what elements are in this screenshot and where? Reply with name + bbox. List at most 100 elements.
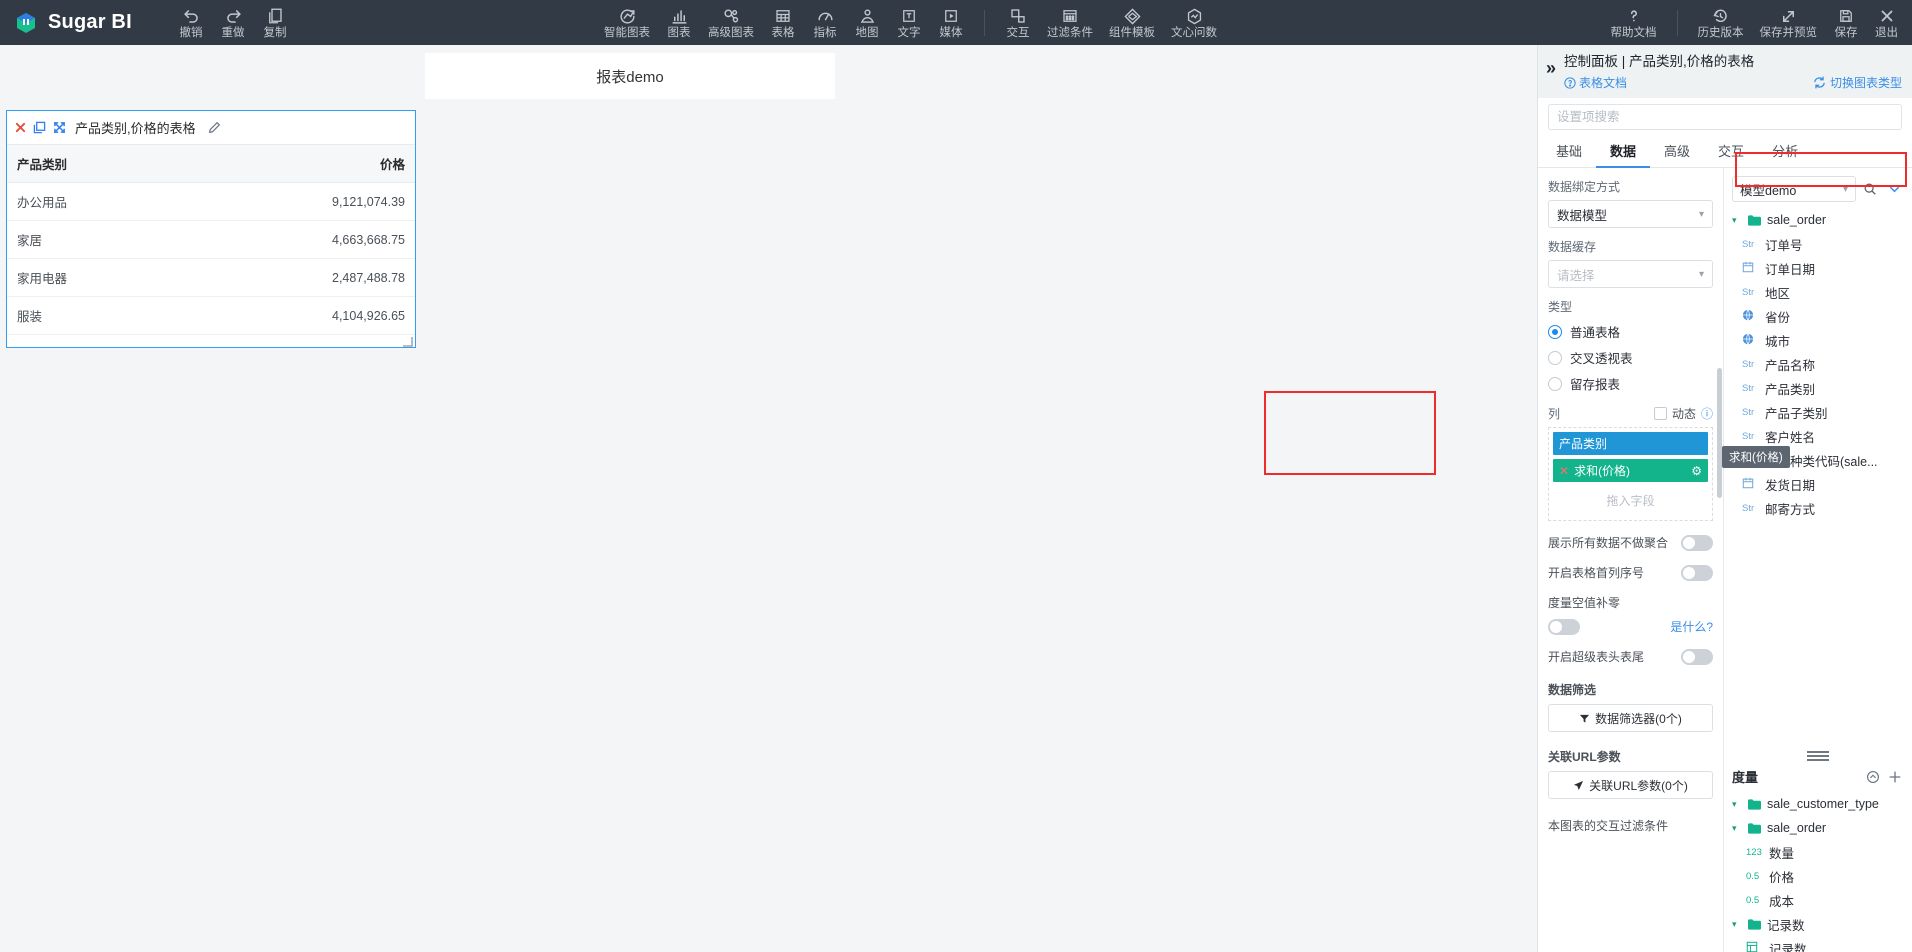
tree-field-product-category[interactable]: Str 产品类别: [1724, 376, 1912, 400]
search-icon[interactable]: [1860, 178, 1880, 200]
save-button[interactable]: 保存: [1825, 0, 1867, 45]
tree-field-city[interactable]: 城市: [1724, 328, 1912, 352]
tab-data[interactable]: 数据: [1596, 134, 1651, 168]
fullscreen-widget-icon[interactable]: [53, 121, 66, 134]
resize-handle-icon[interactable]: [402, 334, 413, 347]
insert-tool-group: 智能图表 图表 高级图表 表格 指标 地图 文字 媒体: [596, 0, 972, 45]
delete-widget-icon[interactable]: [15, 122, 26, 133]
media-button[interactable]: 媒体: [930, 0, 972, 45]
tab-advanced[interactable]: 高级: [1650, 134, 1704, 168]
map-button[interactable]: 地图: [846, 0, 888, 45]
help-circle-icon[interactable]: ⓘ: [1701, 405, 1713, 422]
smart-chart-button[interactable]: 智能图表: [596, 0, 658, 45]
tree-measure-cost[interactable]: 0.5 成本: [1724, 888, 1912, 912]
tab-basic[interactable]: 基础: [1542, 134, 1596, 168]
report-canvas[interactable]: 报表demo 产品类别,价格的表格 产品类别 价格 办公用品 9,121,074…: [0, 45, 1537, 952]
model-select[interactable]: 模型demo ▾: [1732, 176, 1856, 202]
ai-ask-button[interactable]: 文心问数: [1163, 0, 1225, 45]
dimension-tree[interactable]: ▾ sale_order Str 订单号 订单日期 Str 地区 省份 城市 S…: [1724, 208, 1912, 749]
interaction-button[interactable]: 交互: [997, 0, 1039, 45]
tree-field-order-date[interactable]: 订单日期: [1724, 256, 1912, 280]
chip-label: 产品类别: [1559, 437, 1608, 451]
exit-button[interactable]: 退出: [1867, 0, 1912, 45]
tree-field-product-name[interactable]: Str 产品名称: [1724, 352, 1912, 376]
filter-condition-button[interactable]: 过滤条件: [1039, 0, 1101, 45]
settings-search[interactable]: [1548, 104, 1902, 130]
table-col-header-price[interactable]: 价格: [211, 144, 415, 183]
help-doc-button[interactable]: 帮助文档: [1603, 0, 1665, 45]
tab-interaction[interactable]: 交互: [1704, 134, 1758, 168]
null-fill-help-link[interactable]: 是什么?: [1670, 618, 1713, 635]
tree-field-ship-mode[interactable]: Str 邮寄方式: [1724, 496, 1912, 520]
undo-button[interactable]: 撤销: [170, 0, 212, 45]
toggle-show-all-data[interactable]: 展示所有数据不做聚合: [1548, 534, 1713, 551]
settings-search-input[interactable]: [1557, 110, 1893, 124]
copy-button[interactable]: 复制: [254, 0, 296, 45]
pencil-icon[interactable]: [208, 121, 221, 134]
save-preview-button[interactable]: 保存并预览: [1752, 0, 1826, 45]
refresh-measure-icon[interactable]: [1866, 770, 1880, 784]
radio-pivot-table[interactable]: 交叉透视表: [1548, 348, 1713, 367]
null-fill-toggle[interactable]: [1548, 618, 1580, 635]
radio-normal-table[interactable]: 普通表格: [1548, 322, 1713, 341]
toggle-super-header[interactable]: 开启超级表头表尾: [1548, 648, 1713, 665]
settings-scrollbar[interactable]: [1717, 368, 1722, 498]
url-param-button[interactable]: 关联URL参数(0个): [1548, 771, 1713, 799]
remove-chip-icon[interactable]: ✕: [1559, 464, 1569, 478]
tree-folder-sale-order-measures[interactable]: ▾ sale_order: [1724, 816, 1912, 840]
tab-analysis[interactable]: 分析: [1758, 134, 1812, 168]
toggle-row-index[interactable]: 开启表格首列序号: [1548, 564, 1713, 581]
tree-folder-record-count[interactable]: ▾ 记录数: [1724, 912, 1912, 936]
chevron-double-right-icon[interactable]: »: [1546, 53, 1556, 78]
table-col-header-category[interactable]: 产品类别: [7, 144, 211, 183]
chevron-down-icon[interactable]: [1884, 178, 1904, 200]
chart-button[interactable]: 图表: [658, 0, 700, 45]
advanced-chart-label: 高级图表: [708, 27, 754, 39]
filter-icon: [1580, 714, 1590, 723]
tree-measure-quantity[interactable]: 123 数量: [1724, 840, 1912, 864]
toggle-switch[interactable]: [1681, 648, 1713, 665]
table-widget[interactable]: 产品类别,价格的表格 产品类别 价格 办公用品 9,121,074.39 家居 …: [6, 110, 416, 348]
chip-dimension-product-category[interactable]: 产品类别: [1553, 432, 1708, 455]
switch-chart-type-button[interactable]: 切换图表类型: [1813, 74, 1902, 91]
tree-field-province[interactable]: 省份: [1724, 304, 1912, 328]
tree-measure-price[interactable]: 0.5 价格: [1724, 864, 1912, 888]
radio-retention-report[interactable]: 留存报表: [1548, 374, 1713, 393]
field-type-badge: 0.5: [1746, 870, 1760, 882]
add-measure-icon[interactable]: [1888, 770, 1902, 784]
tree-field-region[interactable]: Str 地区: [1724, 280, 1912, 304]
model-value: 模型demo: [1740, 183, 1797, 198]
chip-measure-sum-price[interactable]: ✕ 求和(价格) ⚙: [1553, 459, 1708, 482]
tree-folder-sale-order[interactable]: ▾ sale_order: [1724, 208, 1912, 232]
toggle-switch[interactable]: [1681, 564, 1713, 581]
redo-button[interactable]: 重做: [212, 0, 254, 45]
toggle-switch[interactable]: [1681, 534, 1713, 551]
data-filter-label: 数据筛选器(0个): [1595, 711, 1682, 726]
tree-field-product-subcategory[interactable]: Str 产品子类别: [1724, 400, 1912, 424]
tree-field-customer-name[interactable]: Str 客户姓名: [1724, 424, 1912, 448]
table-doc-link[interactable]: 表格文档: [1564, 74, 1627, 91]
tree-splitter[interactable]: [1724, 749, 1912, 763]
dynamic-checkbox[interactable]: [1653, 407, 1667, 420]
table-row: 办公用品 9,121,074.39: [7, 182, 415, 221]
dynamic-toggle[interactable]: 动态 ⓘ: [1653, 405, 1713, 422]
columns-dropzone[interactable]: 产品类别 ✕ 求和(价格) ⚙ 拖入字段: [1548, 427, 1713, 521]
text-button[interactable]: 文字: [888, 0, 930, 45]
cache-select[interactable]: 请选择 ▾: [1548, 260, 1713, 288]
measure-tree[interactable]: ▾ sale_customer_type ▾ sale_order 123 数量…: [1724, 792, 1912, 952]
binding-select[interactable]: 数据模型 ▾: [1548, 200, 1713, 228]
tree-field-order-no[interactable]: Str 订单号: [1724, 232, 1912, 256]
tree-field-ship-date[interactable]: 发货日期: [1724, 472, 1912, 496]
tree-folder-sale-customer-type[interactable]: ▾ sale_customer_type: [1724, 792, 1912, 816]
data-filter-button[interactable]: 数据筛选器(0个): [1548, 704, 1713, 732]
table-button[interactable]: 表格: [762, 0, 804, 45]
history-version-button[interactable]: 历史版本: [1690, 0, 1752, 45]
field-type-badge: 0.5: [1746, 894, 1760, 906]
tree-measure-record-count[interactable]: 记录数: [1724, 936, 1912, 952]
indicator-button[interactable]: 指标: [804, 0, 846, 45]
gear-icon[interactable]: ⚙: [1691, 464, 1702, 478]
duplicate-widget-icon[interactable]: [33, 121, 46, 134]
advanced-chart-button[interactable]: 高级图表: [700, 0, 762, 45]
component-template-button[interactable]: 组件模板: [1101, 0, 1163, 45]
chevron-down-icon: ▾: [1732, 214, 1737, 225]
